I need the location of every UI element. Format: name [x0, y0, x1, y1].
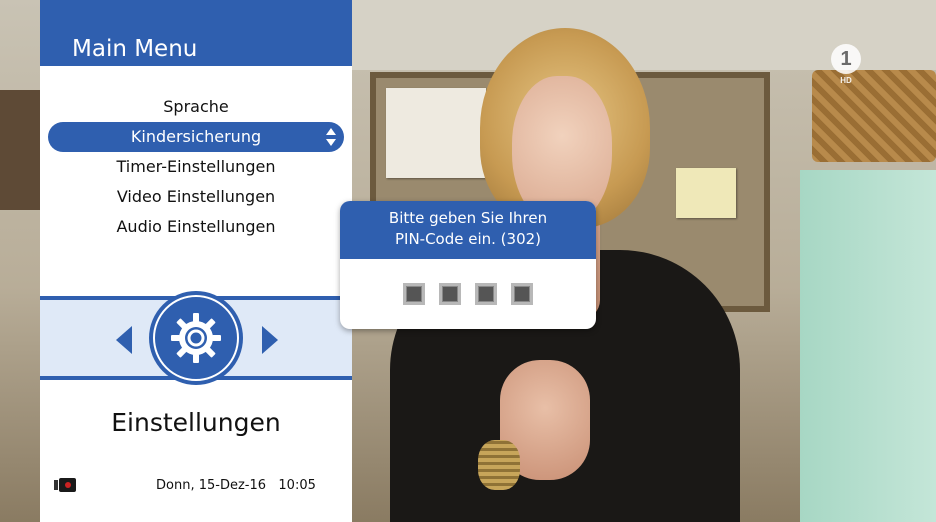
pin-prompt-line1: Bitte geben Sie Ihren	[388, 209, 548, 227]
menu-title: Main Menu	[72, 36, 198, 62]
category-label: Einstellungen	[111, 408, 281, 437]
main-menu-panel: Main Menu Sprache Kindersicherung Timer-…	[40, 0, 352, 522]
channel-logo: 1 HD	[826, 44, 866, 85]
menu-item-timer-einstellungen[interactable]: Timer-Einstellungen	[40, 152, 352, 182]
gear-icon[interactable]	[144, 290, 248, 386]
menu-item-sprache[interactable]: Sprache	[40, 92, 352, 122]
pin-dialog-header: Bitte geben Sie Ihren PIN-Code ein. (302…	[340, 201, 596, 259]
pin-digit-box[interactable]	[439, 283, 461, 305]
pin-digit-box[interactable]	[511, 283, 533, 305]
menu-item-label: Kindersicherung	[130, 127, 262, 146]
pin-dialog: Bitte geben Sie Ihren PIN-Code ein. (302…	[340, 201, 596, 329]
pin-input-boxes[interactable]	[340, 283, 596, 305]
hd-badge: HD	[840, 76, 852, 85]
background-shelf	[0, 90, 40, 210]
pin-digit-box[interactable]	[475, 283, 497, 305]
menu-item-video-einstellungen[interactable]: Video Einstellungen	[40, 182, 352, 212]
carousel-left-arrow-icon[interactable]	[116, 326, 132, 354]
recording-icon	[54, 478, 76, 492]
carousel-right-arrow-icon[interactable]	[262, 326, 278, 354]
menu-list: Sprache Kindersicherung Timer-Einstellun…	[40, 92, 352, 242]
menu-item-audio-einstellungen[interactable]: Audio Einstellungen	[40, 212, 352, 242]
menu-header: Main Menu	[40, 0, 352, 66]
pin-prompt-line2: PIN-Code ein. (302)	[394, 230, 542, 248]
bracelet	[478, 440, 520, 490]
category-carousel	[40, 290, 352, 386]
status-datetime: Donn, 15-Dez-16 10:05	[156, 478, 316, 493]
channel-logo-circle: 1	[831, 44, 861, 74]
up-down-arrows-icon	[326, 128, 336, 146]
pin-digit-box[interactable]	[403, 283, 425, 305]
menu-item-kindersicherung[interactable]: Kindersicherung	[48, 122, 344, 152]
status-line: Donn, 15-Dez-16 10:05	[40, 468, 352, 504]
green-door	[800, 170, 936, 522]
